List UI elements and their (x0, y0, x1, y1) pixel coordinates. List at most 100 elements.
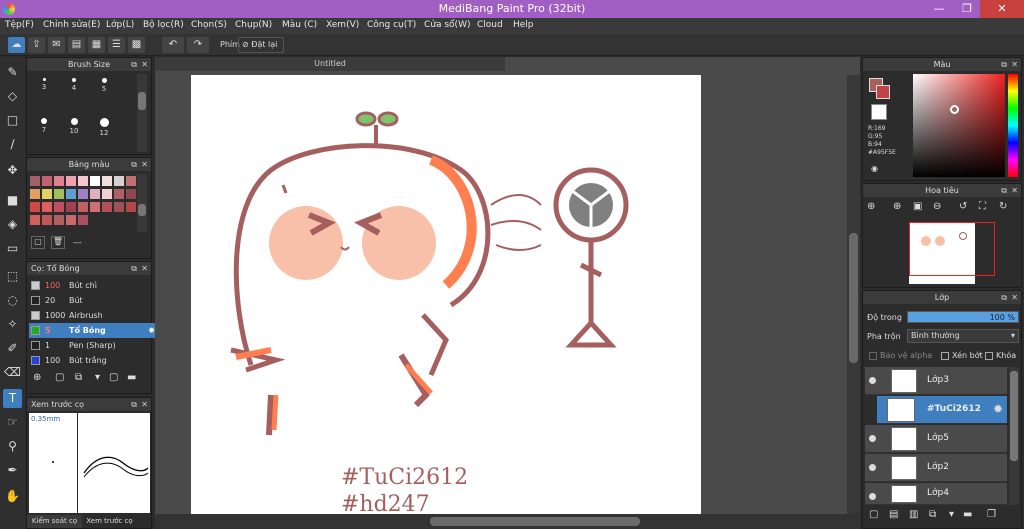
palette-swatch[interactable] (126, 176, 136, 186)
line-tool-icon[interactable]: ∕ (3, 135, 22, 154)
close-button[interactable]: ✕ (980, 0, 1024, 18)
palette-swatch[interactable] (114, 176, 124, 186)
palette-swatch[interactable] (30, 215, 40, 225)
undock-icon[interactable]: ⧉ (131, 398, 137, 411)
lock-checkbox[interactable]: Khóa (985, 351, 1016, 360)
brush-size-7[interactable]: 7 (29, 114, 59, 140)
select-eraser-tool-icon[interactable]: ⌫ (3, 363, 22, 382)
palette-swatch[interactable] (126, 202, 136, 212)
panel-close-icon[interactable]: ✕ (141, 58, 148, 71)
reset-button[interactable]: ⊘ Đặt lại (238, 37, 284, 53)
grid-icon[interactable]: ▩ (128, 37, 145, 53)
tab-brush-preview[interactable]: Xem trước cọ (82, 515, 137, 528)
bucket-tool-icon[interactable]: ◈ (3, 215, 22, 234)
palette-scrollbar[interactable] (137, 174, 147, 232)
brush-tool-icon[interactable]: ✎ (3, 63, 22, 82)
gear-icon[interactable]: ✹ (993, 402, 1003, 416)
menu-filter[interactable]: Bộ lọc(R) (143, 20, 184, 30)
palette-swatch[interactable] (78, 202, 88, 212)
brush-size-10[interactable]: 10 (59, 114, 89, 140)
tab-brush-control[interactable]: Kiểm soát cọ (27, 515, 82, 528)
palette-swatch[interactable] (42, 176, 52, 186)
operation-tool-icon[interactable]: ☞ (3, 413, 22, 432)
palette-swatch[interactable] (42, 202, 52, 212)
select-pen-tool-icon[interactable]: ✐ (3, 339, 22, 358)
eraser-tool-icon[interactable]: ◇ (3, 87, 22, 106)
menu-window[interactable]: Cửa sổ(W) (424, 20, 470, 30)
undock-icon[interactable]: ⧉ (1001, 184, 1007, 197)
menu-capture[interactable]: Chụp(N) (235, 20, 272, 30)
copy-icon[interactable]: ❐ (987, 509, 996, 520)
eye-icon[interactable] (869, 435, 876, 442)
new-vector-layer-icon[interactable]: ▥ (909, 509, 918, 520)
new-brush-icon[interactable]: ▢ (55, 372, 64, 383)
menu-tools[interactable]: Công cụ(T) (367, 20, 416, 30)
blend-mode-select[interactable]: Bình thường ▾ (907, 329, 1019, 343)
brush-row-selected[interactable]: 5 Tổ Bóng ✹ (29, 323, 159, 338)
layer-menu-icon[interactable]: ▾ (949, 509, 954, 520)
palette-swatch[interactable] (30, 202, 40, 212)
eye-icon[interactable] (869, 493, 876, 500)
magic-wand-tool-icon[interactable]: ✧ (3, 315, 22, 334)
clipping-checkbox[interactable]: Xén bớt (941, 351, 983, 360)
canvas-horizontal-scrollbar[interactable] (155, 514, 860, 529)
palette-swatch[interactable] (126, 189, 136, 199)
palette-swatch[interactable] (54, 189, 64, 199)
gradient-tool-icon[interactable]: ▭ (3, 239, 22, 258)
document-tab[interactable]: Untitled (155, 57, 505, 71)
undock-icon[interactable]: ⧉ (131, 158, 137, 171)
fit-icon[interactable]: ▣ (913, 201, 922, 212)
move-tool-icon[interactable]: ✥ (3, 161, 22, 180)
add-brush-icon[interactable]: ⊕ (33, 372, 41, 383)
eye-icon[interactable] (869, 464, 876, 471)
share-icon[interactable]: ⇪ (28, 37, 45, 53)
copy-brush-icon[interactable]: ⧉ (75, 372, 82, 383)
palette-swatch[interactable] (102, 189, 112, 199)
menu-view[interactable]: Xem(V) (326, 20, 359, 30)
secondary-color-swatch[interactable] (876, 85, 890, 99)
panel-close-icon[interactable]: ✕ (141, 262, 148, 275)
opacity-slider[interactable]: 100 % (907, 311, 1019, 323)
palette-swatch[interactable] (114, 189, 124, 199)
menu-edit[interactable]: Chỉnh sửa(E) (43, 20, 100, 30)
color-field[interactable] (913, 74, 1005, 177)
palette-swatch[interactable] (90, 202, 100, 212)
new-layer-icon[interactable]: ▢ (869, 509, 878, 520)
brush-row[interactable]: 100 Bút trắng (29, 353, 159, 368)
palette-swatch[interactable] (42, 215, 52, 225)
palette-swatch[interactable] (66, 176, 76, 186)
new-halftone-layer-icon[interactable]: ▤ (889, 509, 898, 520)
layer-row[interactable]: Lớp3 (865, 367, 1007, 395)
eyedropper-tool-icon[interactable]: ⚲ (3, 437, 22, 456)
menu-file[interactable]: Tệp(F) (5, 20, 34, 30)
rotate-left-icon[interactable]: ↺ (959, 201, 967, 212)
color-picker-handle[interactable] (950, 105, 959, 114)
palette-swatch[interactable] (66, 215, 76, 225)
brush-menu-icon[interactable]: ▾ (95, 372, 100, 383)
delete-color-icon[interactable]: 🗑 (51, 236, 65, 249)
palette-swatch[interactable] (78, 189, 88, 199)
drawing-canvas[interactable]: #TuCi2612 #hd247 (191, 75, 701, 515)
palette-swatch[interactable] (102, 176, 112, 186)
menu-layer[interactable]: Lớp(L) (106, 20, 134, 30)
palette-swatch[interactable] (78, 176, 88, 186)
eye-icon[interactable] (869, 377, 876, 384)
cloud-icon[interactable]: ☁ (8, 37, 25, 53)
protect-alpha-checkbox[interactable]: Bảo vệ alpha (869, 351, 932, 360)
palette-swatch[interactable] (54, 176, 64, 186)
zoom-in-icon[interactable]: ⊕ (867, 201, 875, 212)
palette-swatch[interactable] (90, 176, 100, 186)
undock-icon[interactable]: ⧉ (1001, 58, 1007, 71)
comment-icon[interactable]: ✉ (48, 37, 65, 53)
panel-close-icon[interactable]: ✕ (141, 398, 148, 411)
undock-icon[interactable]: ⧉ (131, 262, 137, 275)
lasso-tool-icon[interactable]: ◌ (3, 291, 22, 310)
menu-help[interactable]: Help (513, 20, 534, 30)
palette-swatch[interactable] (54, 215, 64, 225)
panel-close-icon[interactable]: ✕ (1011, 58, 1018, 71)
palette-swatch[interactable] (30, 189, 40, 199)
hue-slider[interactable] (1008, 74, 1018, 177)
list-icon[interactable]: ☰ (108, 37, 125, 53)
menu-cloud[interactable]: Cloud (477, 20, 503, 30)
folder-icon[interactable]: ▬ (127, 372, 136, 383)
